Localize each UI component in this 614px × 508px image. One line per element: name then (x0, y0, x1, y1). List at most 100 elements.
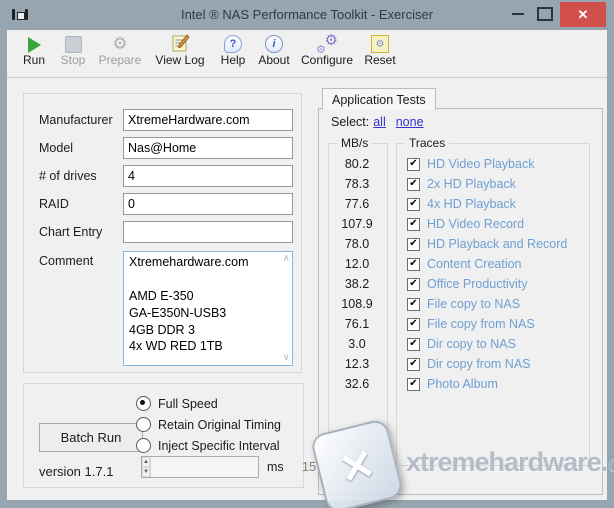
trace-checkbox[interactable] (407, 178, 420, 191)
notepad-pencil-icon (171, 34, 190, 53)
trace-label: File copy to NAS (427, 297, 520, 311)
trace-row: 107.9 HD Video Record (328, 214, 596, 234)
help-label: Help (221, 53, 246, 67)
configure-button[interactable]: ⚙⚙ Configure (297, 33, 357, 67)
trace-row: 12.0 Content Creation (328, 254, 596, 274)
trace-row: 78.0 HD Playback and Record (328, 234, 596, 254)
view-log-button[interactable]: View Log (149, 33, 211, 67)
interval-input[interactable] (151, 457, 320, 477)
trace-row: 77.6 4x HD Playback (328, 194, 596, 214)
trace-label: Office Productivity (427, 277, 528, 291)
comment-textarea[interactable]: Xtremehardware.com AMD E-350 GA-E350N-US… (123, 251, 293, 366)
mbs-value: 108.9 (328, 297, 386, 311)
version-label: version 1.7.1 (39, 464, 113, 479)
trace-row: 38.2 Office Productivity (328, 274, 596, 294)
select-all-link[interactable]: all (373, 115, 386, 129)
configure-label: Configure (301, 53, 353, 67)
field-label: Chart Entry (39, 225, 123, 239)
trace-label: Dir copy from NAS (427, 357, 531, 371)
toolbar: Run Stop ⚙ Prepare (7, 30, 607, 78)
form-field-row: RAID (39, 193, 301, 215)
spinner-arrows: ▲ ▼ (142, 457, 151, 477)
trace-checkbox[interactable] (407, 258, 420, 271)
form-field-row: Model (39, 137, 301, 159)
spin-down-icon[interactable]: ▼ (142, 467, 150, 477)
scroll-up-icon[interactable]: ∧ (283, 254, 290, 264)
radio-icon[interactable] (136, 417, 151, 432)
trace-label: HD Video Record (427, 217, 524, 231)
window: Intel ® NAS Performance Toolkit - Exerci… (0, 0, 614, 508)
radio-label: Retain Original Timing (158, 418, 281, 432)
field-label: # of drives (39, 169, 123, 183)
field-input[interactable] (123, 109, 293, 131)
minimize-button[interactable] (505, 0, 531, 28)
close-button[interactable]: ✕ (560, 2, 606, 27)
stop-button: Stop (55, 33, 91, 67)
trace-label: HD Playback and Record (427, 237, 567, 251)
spin-up-icon[interactable]: ▲ (142, 457, 150, 467)
trace-row: 12.3 Dir copy from NAS (328, 354, 596, 374)
run-button[interactable]: Run (15, 33, 53, 67)
field-label: Model (39, 141, 123, 155)
close-icon: ✕ (578, 7, 589, 23)
form-field-row: Chart Entry (39, 221, 301, 243)
traces-header: Traces (405, 136, 449, 150)
trace-checkbox[interactable] (407, 218, 420, 231)
watermark-x-icon: ✕ (334, 438, 380, 494)
stop-square-icon (65, 36, 82, 53)
reset-gear-icon: ⚙ (371, 35, 389, 53)
radio-icon[interactable] (136, 438, 151, 453)
trace-checkbox[interactable] (407, 198, 420, 211)
trace-label: Photo Album (427, 377, 498, 391)
timing-radio-option[interactable]: Full Speed (136, 393, 281, 414)
trace-checkbox[interactable] (407, 358, 420, 371)
trace-checkbox[interactable] (407, 278, 420, 291)
mbs-value: 76.1 (328, 317, 386, 331)
help-balloon-icon: ? (224, 35, 242, 53)
trace-checkbox[interactable] (407, 298, 420, 311)
batch-groupbox: Batch Run Full Speed Retain Original Tim… (23, 383, 304, 488)
watermark-text: xtremehardware.com (406, 447, 614, 478)
view-log-label: View Log (155, 53, 204, 67)
timing-radio-option[interactable]: Retain Original Timing (136, 414, 281, 435)
trace-label: 4x HD Playback (427, 197, 516, 211)
gears-icon: ⚙⚙ (316, 34, 338, 53)
field-input[interactable] (123, 221, 293, 243)
timing-radio-option[interactable]: Inject Specific Interval (136, 435, 281, 456)
tab-application-tests[interactable]: Application Tests (322, 88, 436, 110)
trace-checkbox[interactable] (407, 238, 420, 251)
radio-icon[interactable] (136, 396, 151, 411)
radio-label: Full Speed (158, 397, 218, 411)
trace-row: 78.3 2x HD Playback (328, 174, 596, 194)
trace-checkbox[interactable] (407, 378, 420, 391)
mbs-value: 12.3 (328, 357, 386, 371)
field-input[interactable] (123, 165, 293, 187)
mbs-value: 78.3 (328, 177, 386, 191)
select-none-link[interactable]: none (396, 115, 424, 129)
help-button[interactable]: ? Help (215, 33, 251, 67)
select-row: Select:allnone (331, 115, 424, 129)
trace-label: Content Creation (427, 257, 522, 271)
stop-label: Stop (61, 53, 86, 67)
mbs-value: 78.0 (328, 237, 386, 251)
trace-checkbox[interactable] (407, 338, 420, 351)
trace-checkbox[interactable] (407, 158, 420, 171)
trace-checkbox[interactable] (407, 318, 420, 331)
minimize-icon (512, 13, 524, 15)
info-circle-icon: i (265, 35, 283, 53)
reset-button[interactable]: ⚙ Reset (359, 33, 401, 67)
trace-row: 32.6 Photo Album (328, 374, 596, 394)
mbs-value: 38.2 (328, 277, 386, 291)
mbs-value: 12.0 (328, 257, 386, 271)
timing-radio-group: Full Speed Retain Original Timing Inject… (136, 393, 281, 456)
mbs-value: 3.0 (328, 337, 386, 351)
field-input[interactable] (123, 193, 293, 215)
field-input[interactable] (123, 137, 293, 159)
batch-run-button[interactable]: Batch Run (39, 423, 143, 452)
scroll-down-icon[interactable]: ∨ (283, 353, 290, 363)
maximize-button[interactable] (532, 0, 558, 28)
mbs-value: 107.9 (328, 217, 386, 231)
about-button[interactable]: i About (253, 33, 295, 67)
run-play-icon (28, 37, 41, 53)
trace-row: 76.1 File copy from NAS (328, 314, 596, 334)
